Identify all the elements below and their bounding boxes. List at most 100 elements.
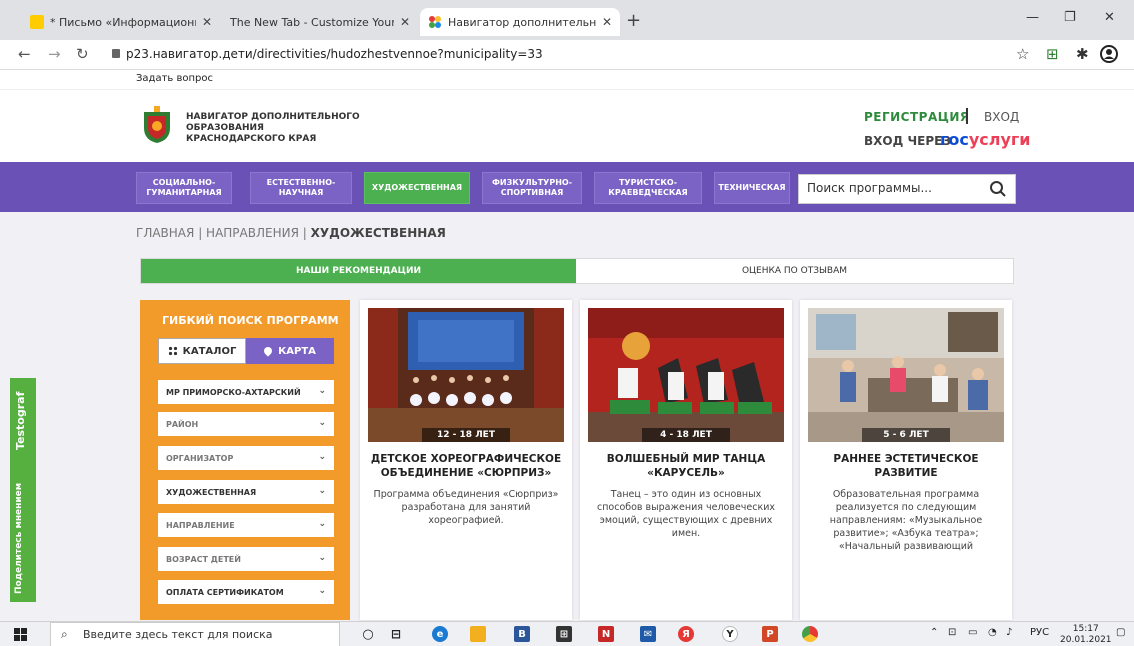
view-toggle: КАТАЛОГ КАРТА — [158, 338, 334, 364]
select-district[interactable]: РАЙОН ⌄ — [158, 412, 334, 436]
mail-icon[interactable]: ✉ — [640, 626, 656, 642]
address-bar: ← → ↻ p23.навигатор.дети/directivities/h… — [0, 40, 1134, 70]
close-icon[interactable]: ✕ — [602, 15, 612, 29]
select-direction[interactable]: НАПРАВЛЕНИЕ ⌄ — [158, 513, 334, 537]
new-tab-icon[interactable]: + — [626, 10, 641, 31]
program-title[interactable]: ДЕТСКОЕ ХОРЕОГРАФИЧЕСКОЕ ОБЪЕДИНЕНИЕ «СЮ… — [370, 452, 562, 480]
close-icon[interactable]: ✕ — [400, 15, 410, 29]
program-card[interactable]: 4 - 18 ЛЕТ ВОЛШЕБНЫЙ МИР ТАНЦА «КАРУСЕЛЬ… — [580, 300, 792, 620]
tab-navigator[interactable]: Навигатор дополнительного об ✕ — [420, 8, 620, 36]
ask-question-link[interactable]: Задать вопрос — [136, 73, 213, 84]
select-organizer[interactable]: ОРГАНИЗАТОР ⌄ — [158, 446, 334, 470]
chevron-down-icon: ⌄ — [318, 452, 326, 462]
category-social[interactable]: СОЦИАЛЬНО-ГУМАНИТАРНАЯ — [136, 172, 232, 204]
word-icon[interactable]: B — [514, 626, 530, 642]
system-clock[interactable]: 15:17 20.01.2021 — [1060, 624, 1112, 646]
category-art[interactable]: ХУДОЖЕСТВЕННАЯ — [364, 172, 470, 204]
netflix-icon[interactable]: N — [598, 626, 614, 642]
program-title[interactable]: ВОЛШЕБНЫЙ МИР ТАНЦА «КАРУСЕЛЬ» — [590, 452, 782, 480]
gosuslugi-logo[interactable]: госуслуги — [940, 130, 1030, 149]
site-name[interactable]: НАВИГАТОР ДОПОЛНИТЕЛЬНОГО ОБРАЗОВАНИЯ КР… — [186, 112, 366, 145]
program-title[interactable]: РАННЕЕ ЭСТЕТИЧЕСКОЕ РАЗВИТИЕ — [810, 452, 1002, 480]
category-sport[interactable]: ФИЗКУЛЬТУРНО-СПОРТИВНАЯ — [482, 172, 582, 204]
filter-panel: ГИБКИЙ ПОИСК ПРОГРАММ КАТАЛОГ КАРТА МР П… — [140, 300, 350, 620]
back-icon[interactable]: ← — [18, 45, 31, 63]
breadcrumb-current: ХУДОЖЕСТВЕННАЯ — [310, 226, 446, 240]
battery-icon[interactable]: ▭ — [968, 627, 977, 638]
select-certificate[interactable]: ОПЛАТА СЕРТИФИКАТОМ ⌄ — [158, 580, 334, 604]
register-link[interactable]: РЕГИСТРАЦИЯ — [864, 110, 970, 124]
age-badge: 4 - 18 ЛЕТ — [642, 428, 730, 442]
gosuslugi-brand-part1: гос — [940, 130, 969, 149]
catalog-button[interactable]: КАТАЛОГ — [158, 338, 246, 364]
tab-new-tab[interactable]: The New Tab - Customize Your Start P ✕ — [222, 8, 418, 36]
windows-start-icon[interactable] — [14, 628, 27, 641]
feedback-brand: Testograf — [14, 391, 27, 450]
tab-mail[interactable]: * Письмо «Информационное со ✕ — [22, 8, 220, 36]
select-child-age[interactable]: ВОЗРАСТ ДЕТЕЙ ⌄ — [158, 547, 334, 571]
close-icon[interactable]: ✕ — [202, 15, 212, 29]
profile-icon[interactable] — [1100, 45, 1118, 67]
bookmark-star-icon[interactable]: ☆ — [1016, 45, 1029, 63]
program-photo[interactable]: 4 - 18 ЛЕТ — [588, 308, 784, 442]
wifi-icon[interactable]: ◔ — [988, 627, 997, 638]
chevron-down-icon: ⌄ — [318, 586, 326, 596]
task-view-icon[interactable]: ⊟ — [388, 626, 404, 642]
window-close-icon[interactable]: ✕ — [1104, 10, 1115, 25]
sort-tabs: НАШИ РЕКОМЕНДАЦИИ ОЦЕНКА ПО ОТЗЫВАМ — [140, 258, 1014, 284]
category-tourism[interactable]: ТУРИСТСКО-КРАЕВЕДЧЕСКАЯ — [594, 172, 702, 204]
search-icon[interactable] — [989, 180, 1007, 198]
extension-icon[interactable]: ⊞ — [1046, 45, 1059, 63]
feedback-widget[interactable]: Поделитесь мнением Testograf — [10, 378, 36, 602]
mail-favicon-icon — [30, 15, 44, 29]
windows-taskbar: ⌕ ○ ⊟ e B ⊞ N ✉ Я Y P ⌃ ⊡ ▭ ◔ ♪ РУС 15:1… — [0, 621, 1134, 646]
login-link[interactable]: ВХОД — [984, 110, 1019, 124]
program-description: Танец – это один из основных способов вы… — [596, 489, 776, 539]
search-icon: ⌕ — [61, 627, 68, 641]
volume-icon[interactable]: ♪ — [1006, 627, 1012, 638]
gosuslugi-label[interactable]: ВХОД ЧЕРЕЗ — [864, 134, 951, 148]
program-photo[interactable]: 5 - 6 ЛЕТ — [808, 308, 1004, 442]
browser-tab-strip: * Письмо «Информационное со ✕ The New Ta… — [0, 0, 1134, 40]
puzzle-icon[interactable]: ✱ — [1076, 45, 1089, 63]
url-field[interactable]: p23.навигатор.дети/directivities/hudozhe… — [126, 47, 543, 61]
category-technical[interactable]: ТЕХНИЧЕСКАЯ — [714, 172, 790, 204]
notifications-icon[interactable]: ▢ — [1116, 627, 1125, 638]
yandex-browser-icon[interactable]: Y — [722, 626, 738, 642]
program-photo[interactable]: 12 - 18 ЛЕТ — [368, 308, 564, 442]
program-description: Образовательная программа реализуется по… — [829, 489, 983, 552]
file-explorer-icon[interactable] — [470, 626, 486, 642]
forward-icon[interactable]: → — [48, 45, 61, 63]
divider — [966, 108, 968, 124]
search-input[interactable] — [807, 181, 987, 195]
chevron-down-icon: ⌄ — [318, 418, 326, 428]
chrome-icon[interactable] — [802, 626, 818, 642]
age-badge: 5 - 6 ЛЕТ — [862, 428, 950, 442]
restore-icon[interactable]: ❐ — [1064, 10, 1076, 25]
breadcrumb-home[interactable]: ГЛАВНАЯ — [136, 226, 194, 240]
language-indicator[interactable]: РУС — [1030, 627, 1049, 638]
tray-chevron-icon[interactable]: ⌃ — [930, 627, 938, 638]
select-focus[interactable]: ХУДОЖЕСТВЕННАЯ ⌄ — [158, 480, 334, 504]
network-icon[interactable]: ⊡ — [948, 627, 956, 638]
map-button[interactable]: КАРТА — [246, 338, 334, 364]
edge-icon[interactable]: e — [432, 626, 448, 642]
category-nav: СОЦИАЛЬНО-ГУМАНИТАРНАЯ ЕСТЕСТВЕННО-НАУЧН… — [0, 162, 1134, 212]
reload-icon[interactable]: ↻ — [76, 45, 89, 63]
store-icon[interactable]: ⊞ — [556, 626, 572, 642]
breadcrumb-section[interactable]: НАПРАВЛЕНИЯ — [206, 226, 299, 240]
tab-recommendations[interactable]: НАШИ РЕКОМЕНДАЦИИ — [141, 259, 576, 283]
cortana-icon[interactable]: ○ — [360, 626, 376, 642]
category-science[interactable]: ЕСТЕСТВЕННО-НАУЧНАЯ — [250, 172, 352, 204]
yandex-icon[interactable]: Я — [678, 626, 694, 642]
powerpoint-icon[interactable]: P — [762, 626, 778, 642]
program-card[interactable]: 12 - 18 ЛЕТ ДЕТСКОЕ ХОРЕОГРАФИЧЕСКОЕ ОБЪ… — [360, 300, 572, 620]
chevron-down-icon: ⌄ — [318, 486, 326, 496]
minimize-icon[interactable]: — — [1026, 10, 1039, 25]
tab-reviews[interactable]: ОЦЕНКА ПО ОТЗЫВАМ — [576, 259, 1013, 283]
top-link-bar: Задать вопрос — [0, 70, 1134, 90]
program-card[interactable]: 5 - 6 ЛЕТ РАННЕЕ ЭСТЕТИЧЕСКОЕ РАЗВИТИЕ О… — [800, 300, 1012, 620]
taskbar-search-input[interactable] — [83, 628, 333, 641]
tab-title: The New Tab - Customize Your Start P — [230, 15, 394, 29]
select-municipality[interactable]: МР ПРИМОРСКО-АХТАРСКИЙ ⌄ — [158, 380, 334, 404]
